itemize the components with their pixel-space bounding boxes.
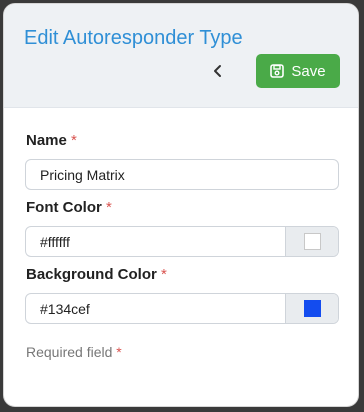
font-color-label-text: Font Color [26, 199, 102, 216]
name-label: Name * [26, 132, 77, 149]
save-button[interactable]: Save [256, 54, 340, 88]
background-color-label: Background Color * [26, 266, 167, 283]
font-color-picker-button[interactable] [285, 227, 338, 256]
floppy-disk-icon [270, 64, 285, 78]
edit-autoresponder-modal: Edit Autoresponder Type Save Name * Pric… [3, 3, 359, 407]
name-input[interactable]: Pricing Matrix [25, 159, 339, 190]
name-label-text: Name [26, 132, 67, 149]
modal-header: Edit Autoresponder Type Save [4, 4, 358, 108]
font-color-swatch [303, 233, 321, 250]
name-required-mark: * [71, 132, 77, 149]
background-color-swatch [303, 300, 321, 317]
background-color-input[interactable]: #134cef [26, 294, 285, 323]
font-color-label: Font Color * [26, 199, 112, 216]
required-field-note-mark: * [116, 344, 122, 360]
font-color-input[interactable]: #ffffff [26, 227, 285, 256]
required-field-note: Required field * [26, 344, 122, 360]
background-color-field: #134cef [25, 293, 339, 324]
font-color-field: #ffffff [25, 226, 339, 257]
background-color-picker-button[interactable] [285, 294, 338, 323]
font-color-required-mark: * [106, 199, 112, 216]
back-button[interactable] [204, 57, 232, 89]
modal-title: Edit Autoresponder Type [24, 27, 243, 49]
save-button-label: Save [291, 62, 326, 80]
background-color-label-text: Background Color [26, 266, 157, 283]
required-field-note-text: Required field [26, 344, 113, 360]
background-color-required-mark: * [161, 266, 167, 283]
chevron-left-icon [211, 63, 225, 84]
